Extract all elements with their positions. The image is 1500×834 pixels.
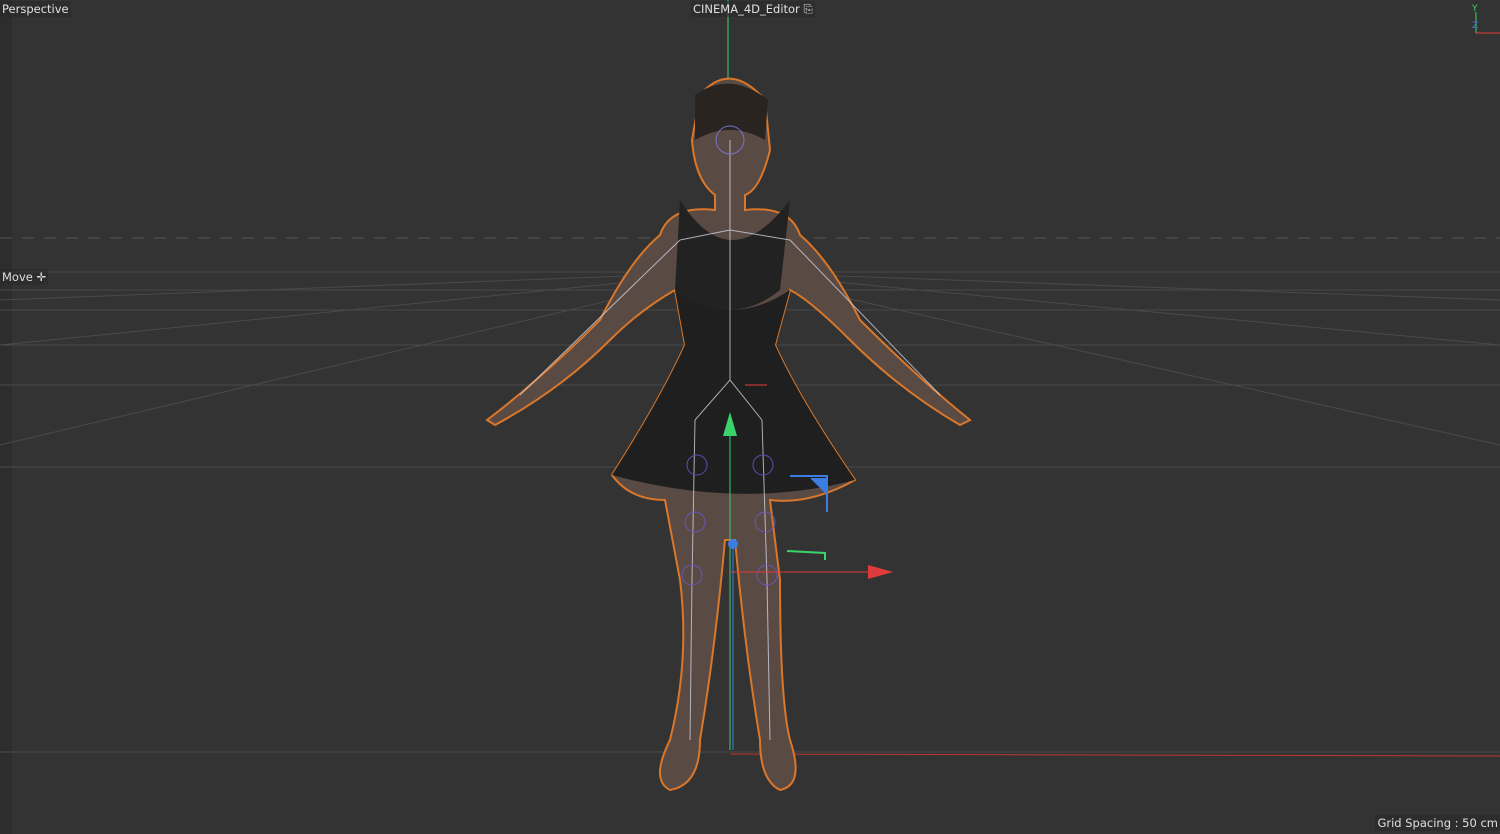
x-axis-handle (868, 565, 893, 579)
camera-name: CINEMA_4D_Editor (693, 2, 800, 16)
scene-canvas[interactable]: Y Z (0, 0, 1500, 834)
view-name-menu[interactable]: Perspective (0, 1, 71, 17)
z-axis-handle (728, 539, 738, 549)
xy-plane-handle (786, 550, 826, 560)
camera-label[interactable]: CINEMA_4D_Editor ⎘ (691, 1, 815, 17)
svg-text:Z: Z (1472, 21, 1478, 31)
move-cross-icon: ✛ (36, 270, 47, 284)
world-x-axis (729, 753, 1500, 757)
viewport-perspective[interactable]: Y Z Perspective CINEMA_4D_Editor ⎘ Move … (0, 0, 1500, 834)
orientation-axis-icon: Y Z (1471, 4, 1500, 34)
camera-icon: ⎘ (803, 2, 813, 16)
grid-spacing-readout: Grid Spacing : 50 cm (1375, 815, 1500, 831)
active-tool-label: Move ✛ (0, 269, 49, 285)
svg-text:Y: Y (1471, 4, 1478, 14)
tool-name: Move (2, 270, 33, 284)
